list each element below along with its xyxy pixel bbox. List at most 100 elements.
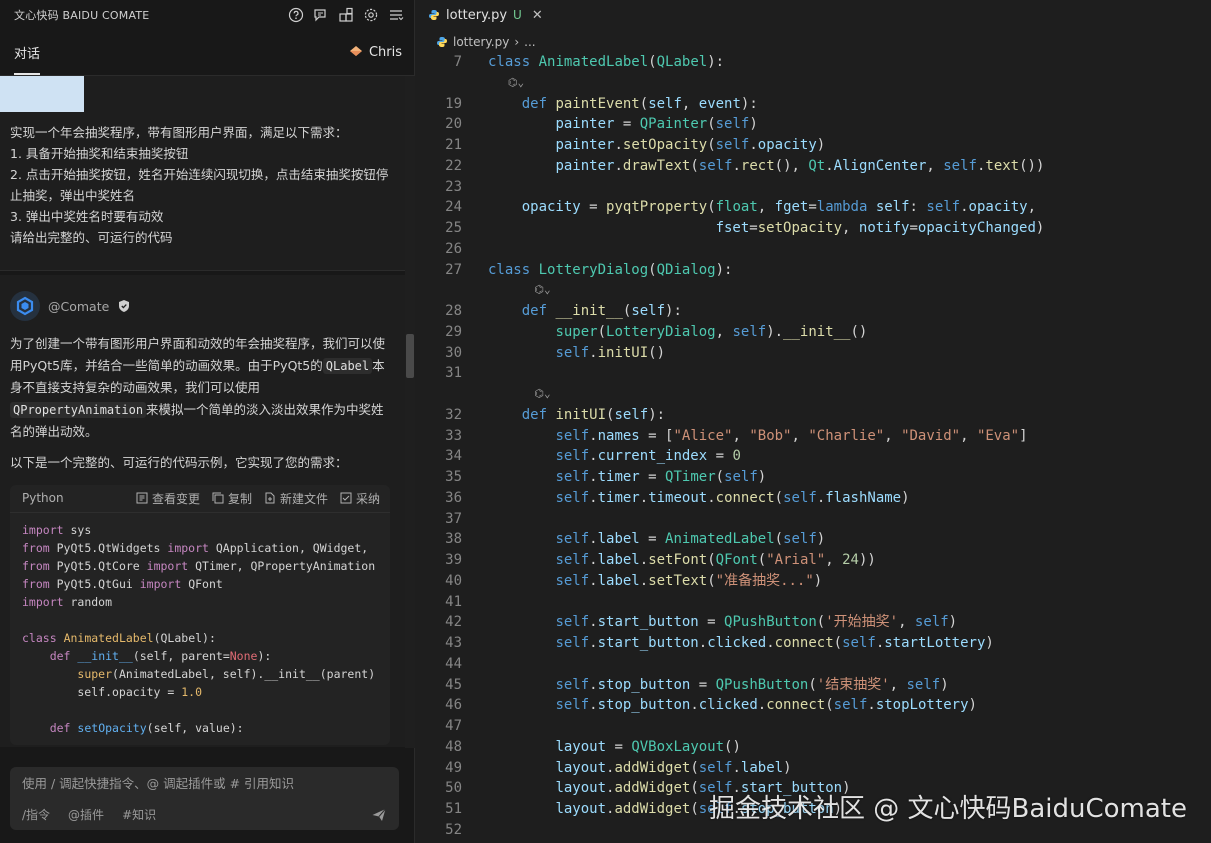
- chat-input[interactable]: [22, 776, 382, 791]
- inline-code-qlabel: QLabel: [322, 357, 373, 374]
- code-line: 20 painter = QPainter(self): [445, 116, 758, 133]
- copy-label: 复制: [227, 491, 252, 506]
- plugin-button[interactable]: @插件: [68, 806, 104, 823]
- user-message: 实现一个年会抽奖程序，带有图形用户界面，满足以下需求： 1. 具备开始抽奖和结束…: [0, 76, 405, 271]
- code-line: 48 layout = QVBoxLayout(): [445, 738, 741, 755]
- user-profile[interactable]: Chris: [349, 45, 402, 61]
- user-message-line: 3. 弹出中奖姓名时要有动效: [10, 209, 164, 224]
- watermark: 掘金技术社区 @ 文心快码BaiduComate: [708, 794, 1187, 824]
- code-line: 33 self.names = ["Alice", "Bob", "Charli…: [445, 427, 1028, 444]
- code-line: 38 self.label = AnimatedLabel(self): [445, 531, 826, 548]
- code-line: 39 self.label.setFont(QFont("Arial", 24)…: [445, 552, 876, 568]
- plugin-icon[interactable]: [338, 7, 354, 23]
- user-avatar-icon: [349, 45, 363, 61]
- code-line: 28 def __init__(self):: [445, 303, 682, 319]
- code-line: 24 opacity = pyqtProperty(float, fget=la…: [445, 199, 1036, 216]
- breadcrumb-more[interactable]: ...: [524, 35, 535, 49]
- code-lens: ⌬⌄: [488, 387, 551, 400]
- editor-tabbar: lottery.py U ✕: [416, 0, 1211, 30]
- user-name: Chris: [368, 45, 402, 60]
- code-language: Python: [22, 491, 64, 505]
- code-line: 40 self.label.setText("准备抽奖..."): [445, 572, 823, 589]
- chat-history-icon[interactable]: [313, 7, 329, 23]
- tab-active-indicator: [14, 73, 40, 75]
- user-message-line: 2. 点击开始抽奖按钮，姓名开始连续闪现切换，点击结束抽奖按钮停止抽奖，弹出中奖…: [10, 167, 389, 203]
- chevron-right-icon: ›: [514, 35, 520, 49]
- redacted-avatar-block: [0, 76, 84, 112]
- help-icon[interactable]: [288, 7, 304, 23]
- code-line: 42 self.start_button = QPushButton('开始抽奖…: [445, 614, 958, 631]
- close-tab-icon[interactable]: ✕: [532, 8, 543, 23]
- code-line: 36 self.timer.timeout.connect(self.flash…: [445, 489, 910, 506]
- shield-icon: [117, 299, 131, 313]
- header-icons: [288, 7, 404, 23]
- menu-icon[interactable]: [388, 7, 404, 23]
- code-line: 44: [445, 655, 462, 672]
- new-file-icon: [265, 492, 275, 504]
- comate-chat-panel: 文心快码 BAIDU COMATE 对话 Chris 实现一个年会抽奖程序，带有…: [0, 0, 415, 843]
- diff-icon: [136, 492, 148, 504]
- code-block: Python 查看变更 复制 新建文件 采纳 import sys from P…: [10, 484, 390, 745]
- code-line: 19 def paintEvent(self, event):: [445, 95, 758, 112]
- accept-button[interactable]: 采纳: [340, 490, 380, 507]
- input-tools: /指令 @插件 #知识: [22, 806, 156, 823]
- git-status-badge: U: [513, 8, 522, 22]
- code-line: 21 painter.setOpacity(self.opacity): [445, 137, 826, 153]
- view-changes-button[interactable]: 查看变更: [136, 490, 200, 507]
- code-line: 43 self.start_button.clicked.connect(sel…: [445, 635, 994, 651]
- code-lines[interactable]: 7 class AnimatedLabel(QLabel): ⌬⌄ 19 def …: [416, 52, 1211, 843]
- code-line: 25 fset=setOpacity, notify=opacityChange…: [445, 220, 1045, 236]
- accept-icon: [340, 492, 352, 504]
- command-button[interactable]: /指令: [22, 806, 50, 823]
- code-line: 45 self.stop_button = QPushButton('结束抽奖'…: [445, 676, 949, 693]
- settings-icon[interactable]: [363, 7, 379, 23]
- new-file-label: 新建文件: [279, 491, 328, 506]
- bot-paragraph: 为了创建一个带有图形用户界面和动效的年会抽奖程序，我们可以使用PyQt5库，并结…: [10, 333, 395, 443]
- tab-lottery-py[interactable]: lottery.py U ✕: [428, 8, 543, 23]
- code-line: 34 self.current_index = 0: [445, 448, 741, 465]
- chat-input-box: /指令 @插件 #知识: [10, 767, 399, 830]
- chat-scrollbar-track[interactable]: [405, 76, 415, 748]
- copy-button[interactable]: 复制: [212, 490, 252, 507]
- bot-paragraph-2: 以下是一个完整的、可运行的代码示例，它实现了您的需求：: [10, 454, 348, 470]
- breadcrumb: lottery.py › ...: [416, 30, 1211, 54]
- comate-logo-icon: [10, 291, 40, 321]
- chat-scrollbar-thumb[interactable]: [406, 334, 414, 378]
- tab-dialog[interactable]: 对话: [14, 43, 40, 62]
- code-line: 32 def initUI(self):: [445, 406, 666, 423]
- user-message-line: 实现一个年会抽奖程序，带有图形用户界面，满足以下需求：: [10, 125, 348, 140]
- code-line: 41: [445, 593, 462, 610]
- code-line: 35 self.timer = QTimer(self): [445, 469, 767, 485]
- code-line: 7 class AnimatedLabel(QLabel):: [453, 54, 725, 70]
- code-line: 23: [445, 178, 462, 195]
- new-file-button[interactable]: 新建文件: [264, 490, 328, 507]
- copy-icon: [212, 492, 224, 504]
- code-block-toolbar: Python 查看变更 复制 新建文件 采纳: [10, 485, 390, 513]
- send-icon[interactable]: [371, 807, 387, 823]
- accept-label: 采纳: [355, 491, 380, 506]
- code-line: 27 class LotteryDialog(QDialog):: [445, 261, 733, 278]
- user-message-text: 实现一个年会抽奖程序，带有图形用户界面，满足以下需求： 1. 具备开始抽奖和结束…: [0, 112, 405, 248]
- chat-messages[interactable]: 实现一个年会抽奖程序，带有图形用户界面，满足以下需求： 1. 具备开始抽奖和结束…: [0, 76, 405, 748]
- bot-name: @Comate: [48, 298, 110, 314]
- code-line: 37: [445, 510, 462, 527]
- code-line: 49 layout.addWidget(self.label): [445, 759, 792, 776]
- chat-title: 文心快码 BAIDU COMATE: [14, 9, 150, 22]
- code-line: 47: [445, 718, 462, 734]
- code-lens: ⌬⌄: [488, 75, 525, 89]
- breadcrumb-file[interactable]: lottery.py: [453, 35, 509, 49]
- code-line: 29 super(LotteryDialog, self).__init__(): [445, 323, 868, 340]
- code-line: 22 painter.drawText(self.rect(), Qt.Alig…: [445, 157, 1045, 174]
- code-line: 46 self.stop_button.clicked.connect(self…: [445, 697, 977, 714]
- user-message-line: 1. 具备开始抽奖和结束抽奖按钮: [10, 146, 189, 161]
- user-message-line: 请给出完整的、可运行的代码: [10, 230, 173, 245]
- tab-filename: lottery.py: [446, 7, 508, 23]
- bot-header: @Comate: [10, 291, 395, 321]
- knowledge-button[interactable]: #知识: [122, 806, 156, 823]
- code-line: 31: [445, 365, 462, 382]
- chat-header: 文心快码 BAIDU COMATE: [0, 0, 414, 30]
- code-line: 26: [445, 240, 462, 257]
- view-changes-label: 查看变更: [151, 491, 200, 506]
- code-line: 30 self.initUI(): [445, 344, 666, 361]
- chat-tabs: 对话 Chris: [0, 30, 414, 76]
